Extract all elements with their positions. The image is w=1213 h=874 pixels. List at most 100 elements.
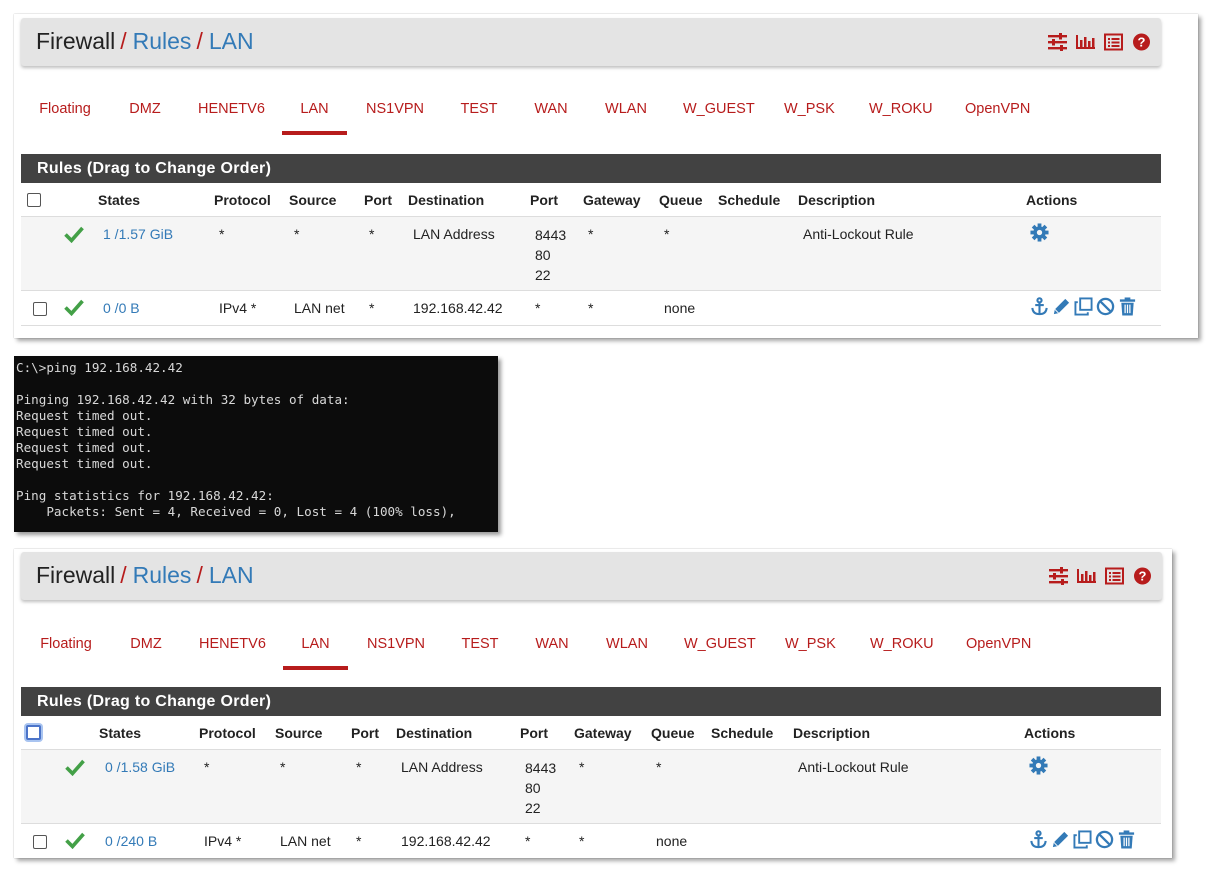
rules-panel: Rules (Drag to Change Order) States Prot…	[21, 154, 1161, 326]
table-row[interactable]: 0 /240 B IPv4 * LAN net * 192.168.42.42 …	[21, 824, 1161, 858]
console-line: Ping statistics for 192.168.42.42:	[16, 488, 274, 503]
tab-lan[interactable]: LAN	[283, 619, 348, 670]
tab-test[interactable]: TEST	[459, 84, 499, 134]
states-link[interactable]: 0 /1.58 GiB	[105, 759, 175, 775]
rule-actions	[1030, 297, 1137, 316]
gear-icon[interactable]	[1029, 756, 1048, 775]
interface-tabs: Floating DMZ HENETV6 LAN NS1VPN TEST WAN…	[14, 84, 1198, 135]
rules-table-header: States Protocol Source Port Destination …	[21, 716, 1161, 750]
svg-text:?: ?	[1138, 35, 1146, 50]
anchor-icon[interactable]	[1030, 297, 1049, 316]
tab-henetv6[interactable]: HENETV6	[199, 619, 266, 669]
tab-ns1vpn[interactable]: NS1VPN	[366, 84, 424, 134]
table-row[interactable]: 0 /1.58 GiB * * * LAN Address 8443 80 22…	[21, 750, 1161, 824]
console-line: Request timed out.	[16, 440, 153, 455]
tab-dmz[interactable]: DMZ	[128, 84, 162, 134]
description-cell: Anti-Lockout Rule	[798, 759, 909, 775]
protocol-cell: *	[219, 226, 225, 242]
disable-icon[interactable]	[1095, 830, 1114, 849]
tab-dmz[interactable]: DMZ	[129, 619, 163, 669]
dest-port-value: 8443	[525, 760, 557, 776]
tab-openvpn[interactable]: OpenVPN	[966, 619, 1031, 669]
tab-lan[interactable]: LAN	[282, 84, 347, 135]
breadcrumb-lan[interactable]: LAN	[209, 28, 254, 54]
help-icon[interactable]: ?	[1133, 567, 1152, 585]
sliders-icon[interactable]	[1049, 567, 1068, 586]
pencil-icon[interactable]	[1051, 830, 1070, 849]
states-link[interactable]: 0 /0 B	[103, 300, 140, 316]
tab-openvpn[interactable]: OpenVPN	[965, 84, 1030, 134]
tab-ns1vpn[interactable]: NS1VPN	[367, 619, 425, 669]
trash-icon[interactable]	[1118, 297, 1137, 316]
breadcrumb-rules[interactable]: Rules	[133, 28, 192, 54]
tab-w-psk[interactable]: W_PSK	[784, 84, 835, 134]
select-all-checkbox[interactable]	[26, 725, 41, 740]
col-schedule: Schedule	[711, 725, 774, 741]
anchor-icon[interactable]	[1029, 830, 1048, 849]
states-link[interactable]: 1 /1.57 GiB	[103, 226, 173, 242]
col-queue: Queue	[659, 192, 703, 208]
tab-floating[interactable]: Floating	[37, 84, 93, 134]
page-header: Firewall / Rules / LAN ?	[21, 18, 1161, 66]
tab-w-roku[interactable]: W_ROKU	[870, 619, 934, 669]
firewall-rules-screenshot-before: Firewall / Rules / LAN ? Floating DMZ HENETV…	[14, 14, 1198, 338]
destination-cell: 192.168.42.42	[401, 833, 491, 849]
protocol-cell: *	[204, 759, 210, 775]
sliders-icon[interactable]	[1048, 33, 1067, 52]
bar-chart-icon[interactable]	[1077, 567, 1096, 585]
select-all-checkbox[interactable]	[27, 193, 41, 207]
list-icon[interactable]	[1104, 33, 1123, 51]
queue-cell: none	[664, 300, 696, 316]
col-schedule: Schedule	[718, 192, 781, 208]
help-icon[interactable]: ?	[1132, 33, 1151, 51]
tab-henetv6[interactable]: HENETV6	[198, 84, 265, 134]
port-cell: *	[369, 226, 375, 242]
tab-floating[interactable]: Floating	[38, 619, 94, 669]
breadcrumb-rules[interactable]: Rules	[133, 562, 192, 588]
tab-wan[interactable]: WAN	[534, 619, 570, 669]
table-row[interactable]: 0 /0 B IPv4 * LAN net * 192.168.42.42 * …	[21, 291, 1161, 326]
tab-w-guest[interactable]: W_GUEST	[683, 84, 755, 134]
tab-wlan[interactable]: WLAN	[604, 619, 650, 669]
copy-icon[interactable]	[1073, 830, 1092, 849]
dest-port-value: 22	[525, 800, 541, 816]
tab-w-guest[interactable]: W_GUEST	[684, 619, 756, 669]
bar-chart-icon[interactable]	[1076, 33, 1095, 51]
breadcrumb: Firewall / Rules / LAN	[36, 28, 254, 54]
console-line: C:\>ping 192.168.42.42	[16, 360, 183, 375]
check-icon	[64, 225, 84, 244]
port-cell: *	[369, 300, 375, 316]
col-source: Source	[275, 725, 323, 741]
panel-title: Rules (Drag to Change Order)	[21, 154, 1161, 183]
destination-cell: LAN Address	[401, 759, 483, 775]
description-cell: Anti-Lockout Rule	[803, 226, 914, 242]
console-line: Request timed out.	[16, 408, 153, 423]
queue-cell: *	[656, 759, 662, 775]
tab-w-psk[interactable]: W_PSK	[785, 619, 836, 669]
pencil-icon[interactable]	[1052, 297, 1071, 316]
tab-wlan[interactable]: WLAN	[603, 84, 649, 134]
copy-icon[interactable]	[1074, 297, 1093, 316]
disable-icon[interactable]	[1096, 297, 1115, 316]
col-protocol: Protocol	[199, 725, 256, 741]
col-description: Description	[793, 725, 871, 741]
col-port: Port	[351, 725, 379, 741]
breadcrumb-lan[interactable]: LAN	[209, 562, 254, 588]
tab-w-roku[interactable]: W_ROKU	[869, 84, 933, 134]
col-port: Port	[364, 192, 392, 208]
list-icon[interactable]	[1105, 567, 1124, 585]
gear-icon[interactable]	[1030, 223, 1049, 242]
table-row[interactable]: 1 /1.57 GiB * * * LAN Address 8443 80 22…	[21, 217, 1161, 291]
tab-wan[interactable]: WAN	[533, 84, 569, 134]
source-cell: LAN net	[280, 833, 331, 849]
console-line: Request timed out.	[16, 424, 153, 439]
states-link[interactable]: 0 /240 B	[105, 833, 157, 849]
row-checkbox[interactable]	[33, 835, 47, 849]
trash-icon[interactable]	[1117, 830, 1136, 849]
row-checkbox[interactable]	[33, 302, 47, 316]
col-gateway: Gateway	[583, 192, 641, 208]
col-actions: Actions	[1026, 192, 1078, 208]
tab-test[interactable]: TEST	[460, 619, 500, 669]
